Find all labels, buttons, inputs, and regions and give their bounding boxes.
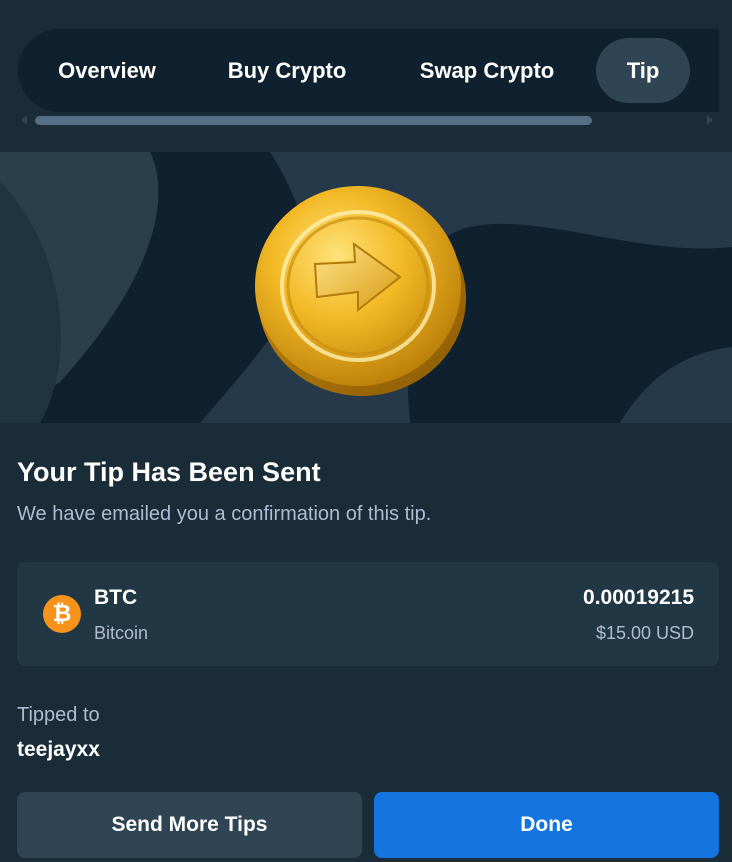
tab-overview[interactable]: Overview (34, 38, 180, 103)
tab-swap-crypto[interactable]: Swap Crypto (401, 38, 573, 103)
currency-code: BTC (94, 586, 138, 609)
crypto-amount: 0.00019215 (583, 586, 694, 609)
confirmation-title: Your Tip Has Been Sent (17, 457, 321, 487)
recipient-username: teejayxx (17, 738, 100, 761)
done-button[interactable]: Done (374, 792, 719, 858)
hero-banner (0, 152, 732, 423)
transaction-card: ₿ BTC Bitcoin 0.00019215 $15.00 USD (17, 562, 719, 666)
horizontal-scrollbar[interactable] (35, 116, 592, 125)
bitcoin-icon: ₿ (43, 595, 81, 633)
tab-bar: Overview Buy Crypto Swap Crypto Tip (18, 29, 719, 112)
confirmation-subtitle: We have emailed you a confirmation of th… (17, 503, 432, 525)
fiat-amount: $15.00 USD (595, 623, 694, 643)
tab-bar-container: Overview Buy Crypto Swap Crypto Tip (0, 0, 732, 152)
gold-coin-arrow-icon (0, 152, 732, 423)
tab-tip[interactable]: Tip (596, 38, 690, 103)
currency-name: Bitcoin (94, 623, 149, 643)
tipped-to-label: Tipped to (17, 704, 100, 726)
scroll-right-arrow-icon[interactable] (707, 115, 713, 125)
scroll-left-arrow-icon[interactable] (21, 115, 27, 125)
tip-confirmation-page: Overview Buy Crypto Swap Crypto Tip Your… (0, 0, 732, 862)
tab-buy-crypto[interactable]: Buy Crypto (210, 38, 364, 103)
send-more-tips-button[interactable]: Send More Tips (17, 792, 362, 858)
